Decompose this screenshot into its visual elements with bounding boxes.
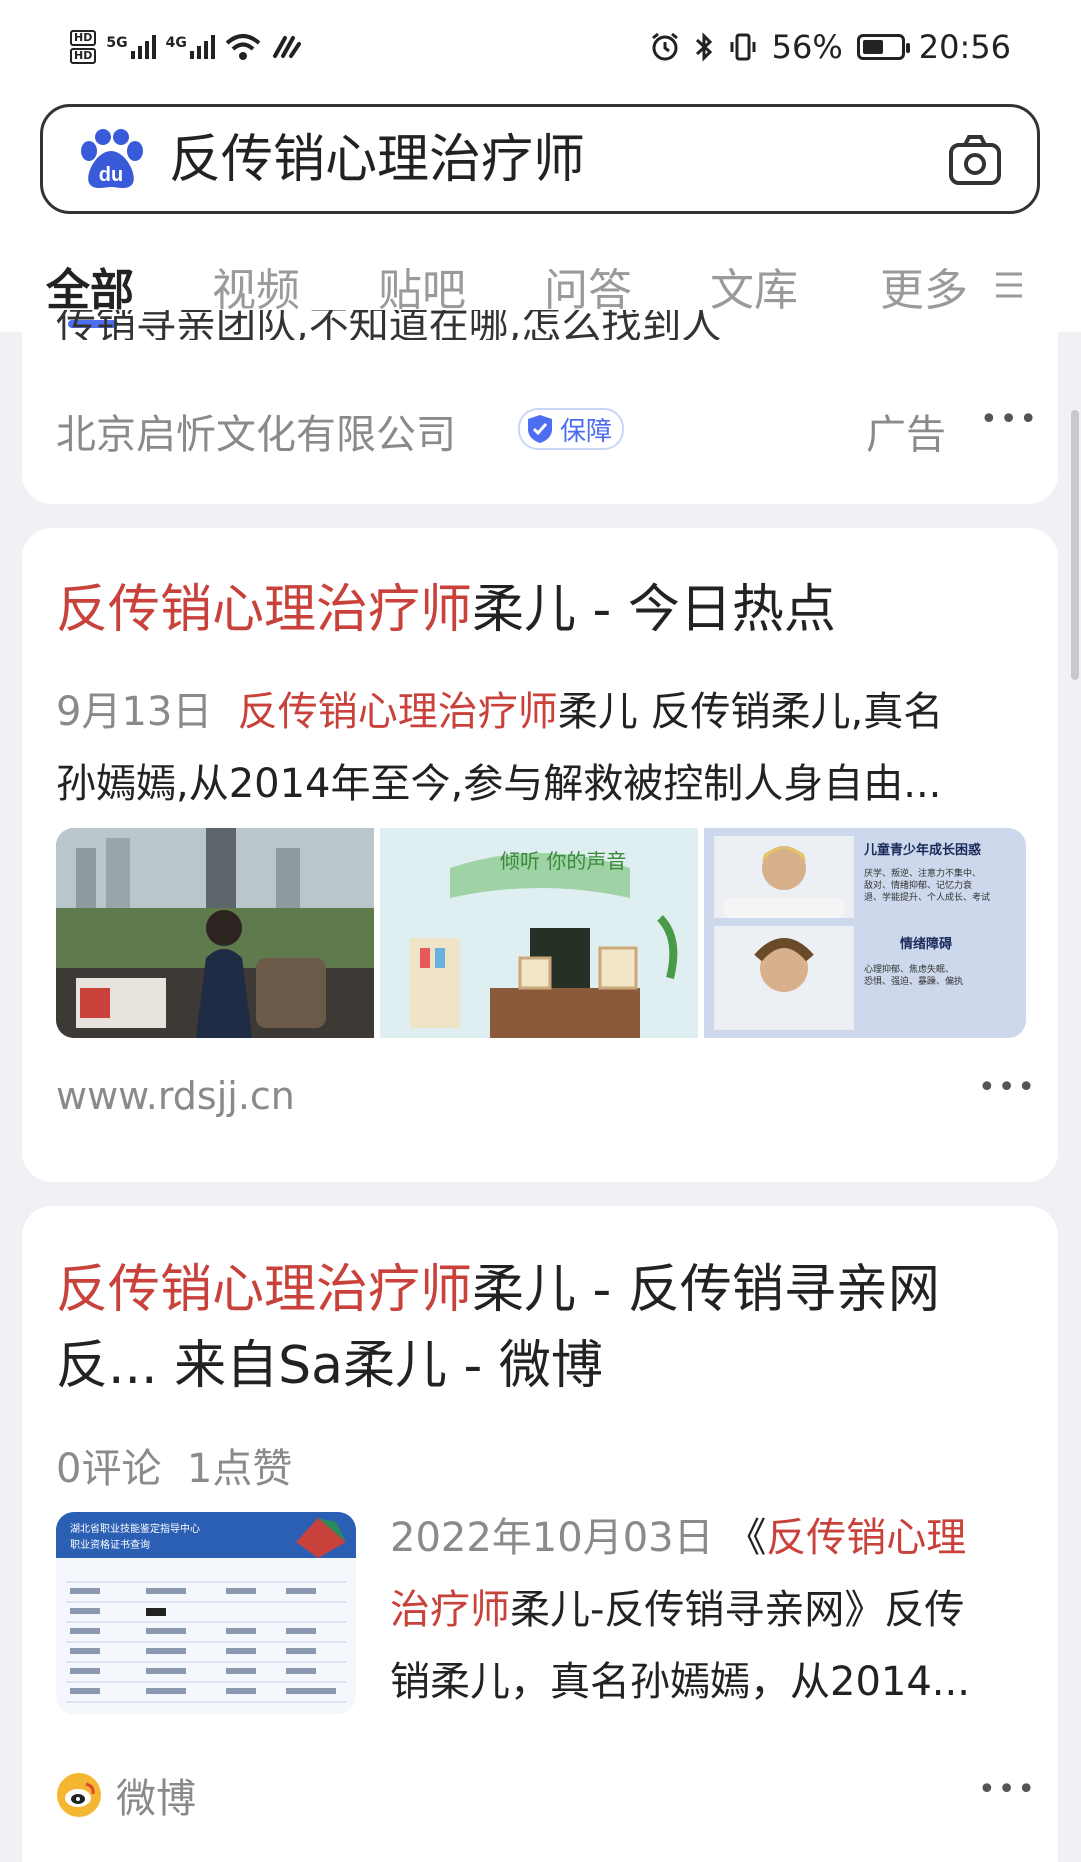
result-1-url[interactable]: www.rdsjj.cn [56, 1074, 295, 1118]
ad-company[interactable]: 北京启忻文化有限公司 [56, 402, 456, 460]
tab-all[interactable]: 全部 [46, 254, 134, 318]
scrollbar[interactable] [1071, 410, 1079, 680]
result-1-title[interactable]: 反传销心理治疗师柔儿 - 今日热点 [56, 578, 836, 642]
nfc-icon [272, 36, 301, 58]
hd-icon: HD HD [70, 30, 97, 64]
more-options-icon[interactable]: ••• [978, 1070, 1037, 1105]
battery-icon [856, 34, 910, 60]
svg-text:厌学、叛逆、注意力不集中、 敌对、情绪抑郁、: 厌学、叛逆、注意力不集中、 敌对、情绪抑郁、记忆力衰 退、学能提升、个人成长、考… [864, 867, 990, 903]
result-2-image[interactable]: 湖北省职业技能鉴定指导中心 职业资格证书查询 [56, 1512, 356, 1714]
search-input[interactable]: du 反传销心理治疗师 [40, 104, 1040, 214]
tab-wenku[interactable]: 文库 [710, 254, 798, 318]
search-query[interactable]: 反传销心理治疗师 [169, 125, 585, 195]
result-2-source[interactable]: 微博 [56, 1766, 196, 1824]
search-header: du 反传销心理治疗师 全部 视频 贴吧 问答 文库 更多 [0, 100, 1081, 332]
result-1-image-1[interactable] [56, 828, 374, 1038]
5g-signal-icon: 5G [106, 35, 156, 59]
baidu-logo-icon[interactable]: du [75, 129, 147, 193]
more-options-icon[interactable]: ••• [978, 1772, 1037, 1807]
weibo-icon [57, 1773, 101, 1817]
result-2-snippet: 2022年10月03日 《反传销心理 治疗师柔儿-反传销寻亲网》反传 销柔儿，真… [390, 1515, 970, 1705]
tab-video[interactable]: 视频 [212, 254, 300, 318]
shield-check-icon [528, 415, 552, 443]
alarm-icon [651, 32, 678, 61]
more-options-icon[interactable]: ••• [980, 402, 1039, 437]
wifi-icon [225, 34, 261, 60]
clock: 20:56 [918, 28, 1011, 66]
menu-icon[interactable] [992, 268, 1026, 302]
status-right: 56% 20:56 [650, 28, 1011, 66]
ad-label: 广告 [866, 412, 946, 458]
svg-text:儿童青少年成长困惑: 儿童青少年成长困惑 [863, 842, 981, 858]
svg-text:湖北省职业技能鉴定指导中心: 湖北省职业技能鉴定指导中心 [70, 1522, 200, 1535]
ad-card[interactable]: 传销寻亲团队,不知道在哪,怎么找到人 北京启忻文化有限公司 保障 广告 ••• [22, 310, 1058, 504]
svg-text:职业资格证书查询: 职业资格证书查询 [70, 1538, 150, 1551]
vibrate-icon [730, 33, 756, 61]
svg-text:倾听 你的声音: 倾听 你的声音 [500, 849, 626, 873]
result-1-image-2[interactable]: 倾听 你的声音 [380, 828, 698, 1038]
svg-text:情绪障碍: 情绪障碍 [900, 936, 952, 952]
result-2-stats: 0评论 1点赞 [56, 1446, 293, 1492]
4g-signal-icon: 4G [166, 35, 215, 59]
result-card-2[interactable]: 反传销心理治疗师柔儿 - 反传销寻亲网 反... 来自Sa柔儿 - 微博 0评论… [22, 1206, 1058, 1862]
result-2-title[interactable]: 反传销心理治疗师柔儿 - 反传销寻亲网 反... 来自Sa柔儿 - 微博 [56, 1252, 1046, 1404]
camera-icon[interactable] [945, 131, 1005, 191]
tab-tieba[interactable]: 贴吧 [378, 254, 466, 318]
guarantee-badge[interactable]: 保障 [518, 408, 625, 450]
result-1-image-3[interactable]: 儿童青少年成长困惑 厌学、叛逆、注意力不集中、 敌对、情绪抑郁、记忆力衰 退、学… [704, 828, 1026, 1038]
status-left: HD HD 5G 4G [70, 30, 301, 64]
svg-text:du: du [99, 164, 123, 186]
ad-truncated-text: 传销寻亲团队,不知道在哪,怎么找到人 [56, 310, 722, 340]
result-card-1[interactable]: 反传销心理治疗师柔儿 - 今日热点 9月13日 反传销心理治疗师柔儿 反传销柔儿… [22, 528, 1058, 1182]
result-1-snippet: 9月13日 反传销心理治疗师柔儿 反传销柔儿,真名 孙嫣嫣,从2014年至今,参… [56, 689, 944, 807]
bluetooth-icon [695, 32, 712, 62]
battery-percent: 56% [771, 28, 843, 66]
tab-more[interactable]: 更多 [880, 254, 968, 318]
status-bar: HD HD 5G 4G 56% 20:56 [0, 0, 1081, 100]
tab-qa[interactable]: 问答 [544, 254, 632, 318]
